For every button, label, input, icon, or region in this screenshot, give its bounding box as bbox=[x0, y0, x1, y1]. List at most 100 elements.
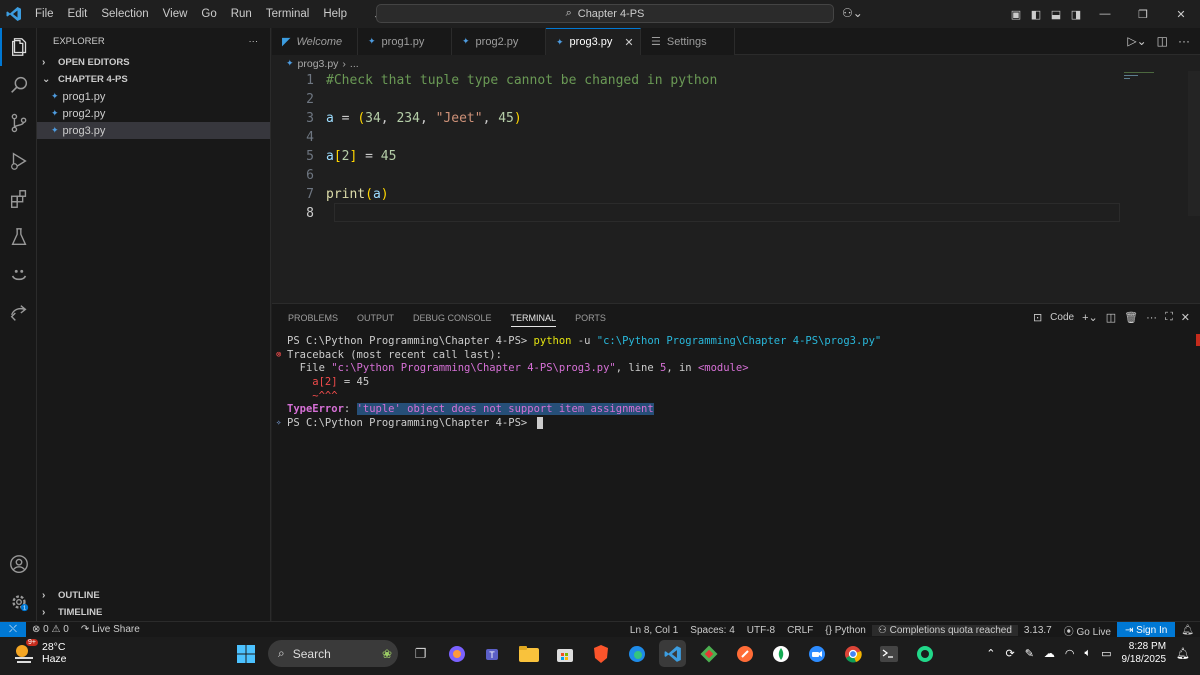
end-of-line[interactable]: CRLF bbox=[781, 625, 819, 636]
menu-view[interactable]: View bbox=[156, 8, 195, 20]
live-share-button[interactable]: ↷ Live Share bbox=[75, 624, 146, 635]
language-mode[interactable]: {} Python bbox=[819, 625, 872, 636]
menu-terminal[interactable]: Terminal bbox=[259, 8, 316, 20]
copilot-icon[interactable]: ⚇⌄ bbox=[842, 6, 863, 20]
task-view-icon[interactable]: ❐ bbox=[407, 640, 434, 667]
tab-problems[interactable]: PROBLEMS bbox=[288, 313, 338, 323]
account-icon[interactable] bbox=[0, 545, 37, 583]
notification-bell-icon[interactable]: 🔔︎ bbox=[1176, 647, 1190, 660]
close-panel-icon[interactable]: ✕ bbox=[1181, 311, 1190, 324]
manage-gear-icon[interactable]: 1 bbox=[0, 583, 37, 621]
wifi-icon[interactable]: ◠ bbox=[1065, 647, 1075, 660]
tab-debug-console[interactable]: DEBUG CONSOLE bbox=[413, 313, 492, 323]
run-python-icon[interactable]: ▷⌄ bbox=[1127, 34, 1146, 48]
tab-prog2[interactable]: ✦ prog2.py bbox=[452, 28, 546, 55]
sign-in-button[interactable]: ⇥ Sign In bbox=[1116, 622, 1176, 638]
edge-icon[interactable] bbox=[623, 640, 650, 667]
taskbar-search[interactable]: ⌕ Search ❀ bbox=[268, 640, 398, 667]
terminal-app-icon[interactable] bbox=[875, 640, 902, 667]
menu-selection[interactable]: Selection bbox=[94, 8, 155, 20]
source-control-icon[interactable] bbox=[0, 104, 37, 142]
remote-explorer-icon[interactable] bbox=[0, 294, 37, 332]
split-editor-icon[interactable]: ◫ bbox=[1157, 34, 1168, 48]
menu-edit[interactable]: Edit bbox=[61, 8, 95, 20]
close-window-icon[interactable]: ✕ bbox=[1162, 8, 1200, 21]
breadcrumb-file[interactable]: prog3.py bbox=[298, 58, 339, 70]
file-item-prog2[interactable]: ✦ prog2.py bbox=[37, 105, 270, 122]
python-version[interactable]: 3.13.7 bbox=[1018, 625, 1058, 636]
store-icon[interactable] bbox=[551, 640, 578, 667]
more-actions-icon[interactable]: ··· bbox=[249, 36, 259, 47]
volume-icon[interactable]: 🔈︎ bbox=[1085, 647, 1092, 660]
teams-icon[interactable]: T bbox=[479, 640, 506, 667]
onedrive-cloud-icon[interactable]: ☁ bbox=[1044, 647, 1055, 660]
menu-go[interactable]: Go bbox=[194, 8, 223, 20]
outline-section[interactable]: › OUTLINE bbox=[37, 587, 270, 604]
pen-icon[interactable]: ✎ bbox=[1025, 647, 1034, 660]
folder-section[interactable]: ⌄ CHAPTER 4-PS bbox=[37, 71, 270, 88]
toggle-sidebar-icon[interactable]: ◧ bbox=[1026, 8, 1046, 21]
battery-icon[interactable]: ▭ bbox=[1101, 647, 1111, 660]
close-tab-icon[interactable]: ✕ bbox=[624, 36, 633, 49]
menu-file[interactable]: File bbox=[28, 8, 61, 20]
minimize-icon[interactable]: — bbox=[1086, 8, 1124, 20]
copilot-app-icon[interactable] bbox=[443, 640, 470, 667]
encoding[interactable]: UTF-8 bbox=[741, 625, 781, 636]
vscode-taskbar-icon[interactable] bbox=[659, 640, 686, 667]
sync-icon[interactable]: ⟳ bbox=[1005, 647, 1014, 660]
go-live-button[interactable]: ⦿ Go Live bbox=[1058, 623, 1117, 638]
file-item-prog3[interactable]: ✦ prog3.py bbox=[37, 122, 270, 139]
problems-indicator[interactable]: ⊗ 0 ⚠ 0 bbox=[26, 624, 75, 635]
indentation[interactable]: Spaces: 4 bbox=[684, 625, 740, 636]
copilot-status[interactable]: ⚇ Completions quota reached bbox=[871, 624, 1018, 636]
menu-run[interactable]: Run bbox=[224, 8, 259, 20]
testing-icon[interactable] bbox=[0, 218, 37, 256]
sparkle-icon[interactable]: ✧ bbox=[276, 418, 287, 428]
menu-help[interactable]: Help bbox=[316, 8, 354, 20]
tab-terminal[interactable]: TERMINAL bbox=[510, 309, 557, 327]
tab-settings[interactable]: ☰ Settings bbox=[641, 28, 735, 55]
copilot-chat-icon[interactable] bbox=[0, 256, 37, 294]
terminal-output[interactable]: PS C:\Python Programming\Chapter 4-PS> p… bbox=[276, 334, 881, 430]
editor-scrollbar[interactable] bbox=[1188, 71, 1200, 216]
toggle-panel-icon[interactable]: ⬓ bbox=[1046, 8, 1066, 21]
clock[interactable]: 8:28 PM 9/18/2025 bbox=[1122, 640, 1167, 666]
tab-output[interactable]: OUTPUT bbox=[357, 313, 394, 323]
chrome-icon[interactable] bbox=[839, 640, 866, 667]
file-item-prog1[interactable]: ✦ prog1.py bbox=[37, 88, 270, 105]
weather-widget[interactable]: 9+ 28°C Haze bbox=[12, 639, 67, 665]
tab-prog3[interactable]: ✦ prog3.py ✕ bbox=[546, 28, 641, 55]
remote-indicator-icon[interactable]: ⤬ bbox=[0, 621, 26, 638]
more-actions-icon[interactable]: ··· bbox=[1146, 312, 1157, 324]
mongodb-icon[interactable] bbox=[767, 640, 794, 667]
trash-icon[interactable]: 🗑 bbox=[1124, 311, 1138, 324]
new-terminal-icon[interactable]: +⌄ bbox=[1082, 311, 1098, 324]
breadcrumb-rest[interactable]: ... bbox=[350, 58, 359, 70]
pycharm-icon[interactable] bbox=[911, 640, 938, 667]
code-editor[interactable]: 1 #Check that tuple type cannot be chang… bbox=[272, 71, 1200, 303]
run-debug-icon[interactable] bbox=[0, 142, 37, 180]
brave-icon[interactable] bbox=[587, 640, 614, 667]
explorer-icon[interactable] bbox=[0, 28, 37, 66]
restore-icon[interactable]: ❐ bbox=[1124, 8, 1162, 21]
tab-welcome[interactable]: ◤ Welcome bbox=[272, 28, 358, 55]
customize-layout-icon[interactable]: ▣ bbox=[1006, 8, 1026, 21]
windows-start-icon[interactable] bbox=[232, 640, 259, 667]
chevron-up-icon[interactable]: ⌃ bbox=[986, 647, 995, 660]
extensions-icon[interactable] bbox=[0, 180, 37, 218]
tab-ports[interactable]: PORTS bbox=[575, 313, 606, 323]
split-terminal-icon[interactable]: ◫ bbox=[1106, 311, 1116, 324]
tab-prog1[interactable]: ✦ prog1.py bbox=[358, 28, 452, 55]
minimap[interactable] bbox=[1124, 71, 1164, 81]
cursor-position[interactable]: Ln 8, Col 1 bbox=[624, 625, 684, 636]
shell-label[interactable]: Code bbox=[1050, 312, 1074, 323]
maximize-panel-icon[interactable]: ⛶ bbox=[1165, 311, 1173, 324]
file-explorer-icon[interactable] bbox=[515, 640, 542, 667]
git-app-icon[interactable] bbox=[695, 640, 722, 667]
open-editors-section[interactable]: › OPEN EDITORS bbox=[37, 54, 270, 71]
search-icon[interactable] bbox=[0, 66, 37, 104]
zoom-icon[interactable] bbox=[803, 640, 830, 667]
toggle-secondary-sidebar-icon[interactable]: ◨ bbox=[1066, 8, 1086, 21]
timeline-section[interactable]: › TIMELINE bbox=[37, 604, 270, 621]
more-actions-icon[interactable]: ··· bbox=[1178, 34, 1190, 48]
